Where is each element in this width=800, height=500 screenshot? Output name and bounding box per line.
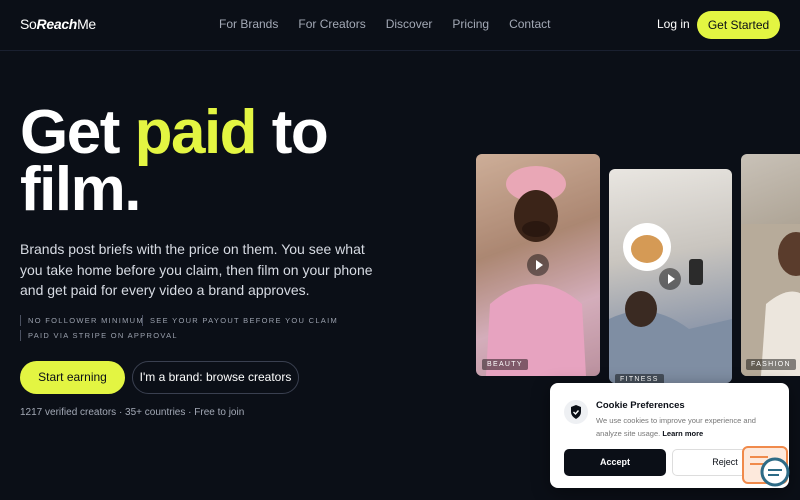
- nav-link-contact[interactable]: Contact: [509, 17, 550, 31]
- nav-link-pricing[interactable]: Pricing: [452, 17, 489, 31]
- play-icon[interactable]: [527, 254, 549, 276]
- video-thumbnail-fashion: [741, 224, 800, 376]
- hero-headline: Get paid to film.: [20, 102, 450, 221]
- logo-suffix: Me: [77, 16, 96, 32]
- feature-paid-via-stripe: PAID VIA STRIPE ON APPROVAL: [20, 330, 178, 341]
- headline-accent: paid: [134, 98, 258, 167]
- chat-widget-icon[interactable]: [742, 445, 790, 489]
- video-card-fitness[interactable]: FITNESS: [609, 169, 732, 383]
- video-card-beauty[interactable]: BEAUTY: [476, 154, 600, 376]
- creator-stats: 1217 verified creators · 35+ countries ·…: [20, 407, 245, 418]
- play-icon[interactable]: [659, 268, 681, 290]
- browse-creators-button[interactable]: I'm a brand: browse creators: [132, 361, 299, 394]
- video-card-fashion[interactable]: FASHION: [741, 154, 800, 376]
- learn-more-link[interactable]: Learn more: [662, 429, 703, 438]
- shield-check-icon: [564, 400, 588, 424]
- nav-links: For Brands For Creators Discover Pricing…: [219, 17, 550, 31]
- nav-link-for-creators[interactable]: For Creators: [298, 17, 365, 31]
- feature-see-payout: SEE YOUR PAYOUT BEFORE YOU CLAIM: [142, 315, 338, 326]
- feature-no-follower-minimum: NO FOLLOWER MINIMUM: [20, 315, 144, 326]
- cookie-title: Cookie Preferences: [596, 400, 685, 411]
- login-link[interactable]: Log in: [657, 17, 690, 31]
- nav-link-for-brands[interactable]: For Brands: [219, 17, 278, 31]
- nav-link-discover[interactable]: Discover: [386, 17, 433, 31]
- logo-prefix: So: [20, 16, 37, 32]
- accept-cookies-button[interactable]: Accept: [564, 449, 666, 476]
- video-tag-fashion: FASHION: [746, 359, 796, 370]
- get-started-button[interactable]: Get Started: [697, 11, 780, 39]
- hero-description: Brands post briefs with the price on the…: [20, 241, 373, 298]
- brand-logo[interactable]: SoReachMe: [20, 16, 96, 32]
- start-earning-button[interactable]: Start earning: [20, 361, 125, 394]
- top-navbar: SoReachMe For Brands For Creators Discov…: [0, 0, 800, 51]
- logo-main: Reach: [36, 16, 78, 32]
- cookie-text: We use cookies to improve your experienc…: [596, 414, 776, 440]
- video-tag-beauty: BEAUTY: [482, 359, 528, 370]
- video-tag-fitness: FITNESS: [615, 374, 664, 383]
